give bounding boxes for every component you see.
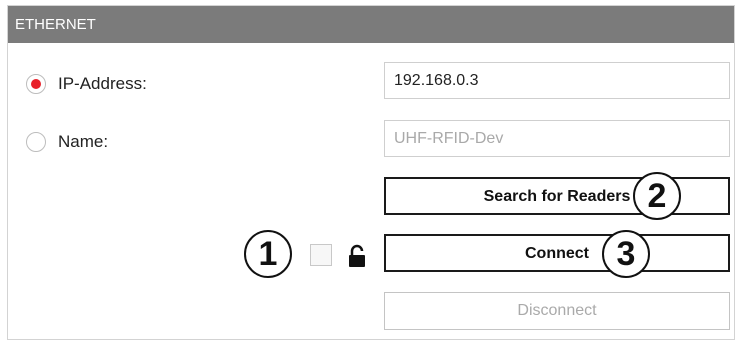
radio-selected-icon	[31, 79, 41, 89]
ethernet-panel: ETHERNET IP-Address: 192.168.0.3 Name: U…	[7, 5, 735, 340]
callout-2: 2	[633, 172, 681, 220]
lock-checkbox[interactable]	[310, 244, 332, 266]
name-radio[interactable]	[26, 132, 46, 152]
ip-address-label: IP-Address:	[58, 74, 147, 93]
ip-address-radio[interactable]	[26, 74, 46, 94]
device-name-field[interactable]: UHF-RFID-Dev	[384, 120, 730, 157]
connect-button[interactable]: Connect	[384, 234, 730, 272]
callout-3: 3	[602, 230, 650, 278]
panel-header: ETHERNET	[8, 6, 734, 43]
callout-1: 1	[244, 230, 292, 278]
unlocked-padlock-icon	[349, 244, 365, 267]
name-label: Name:	[58, 132, 109, 151]
disconnect-button[interactable]: Disconnect	[384, 292, 730, 330]
ip-address-field[interactable]: 192.168.0.3	[384, 62, 730, 99]
